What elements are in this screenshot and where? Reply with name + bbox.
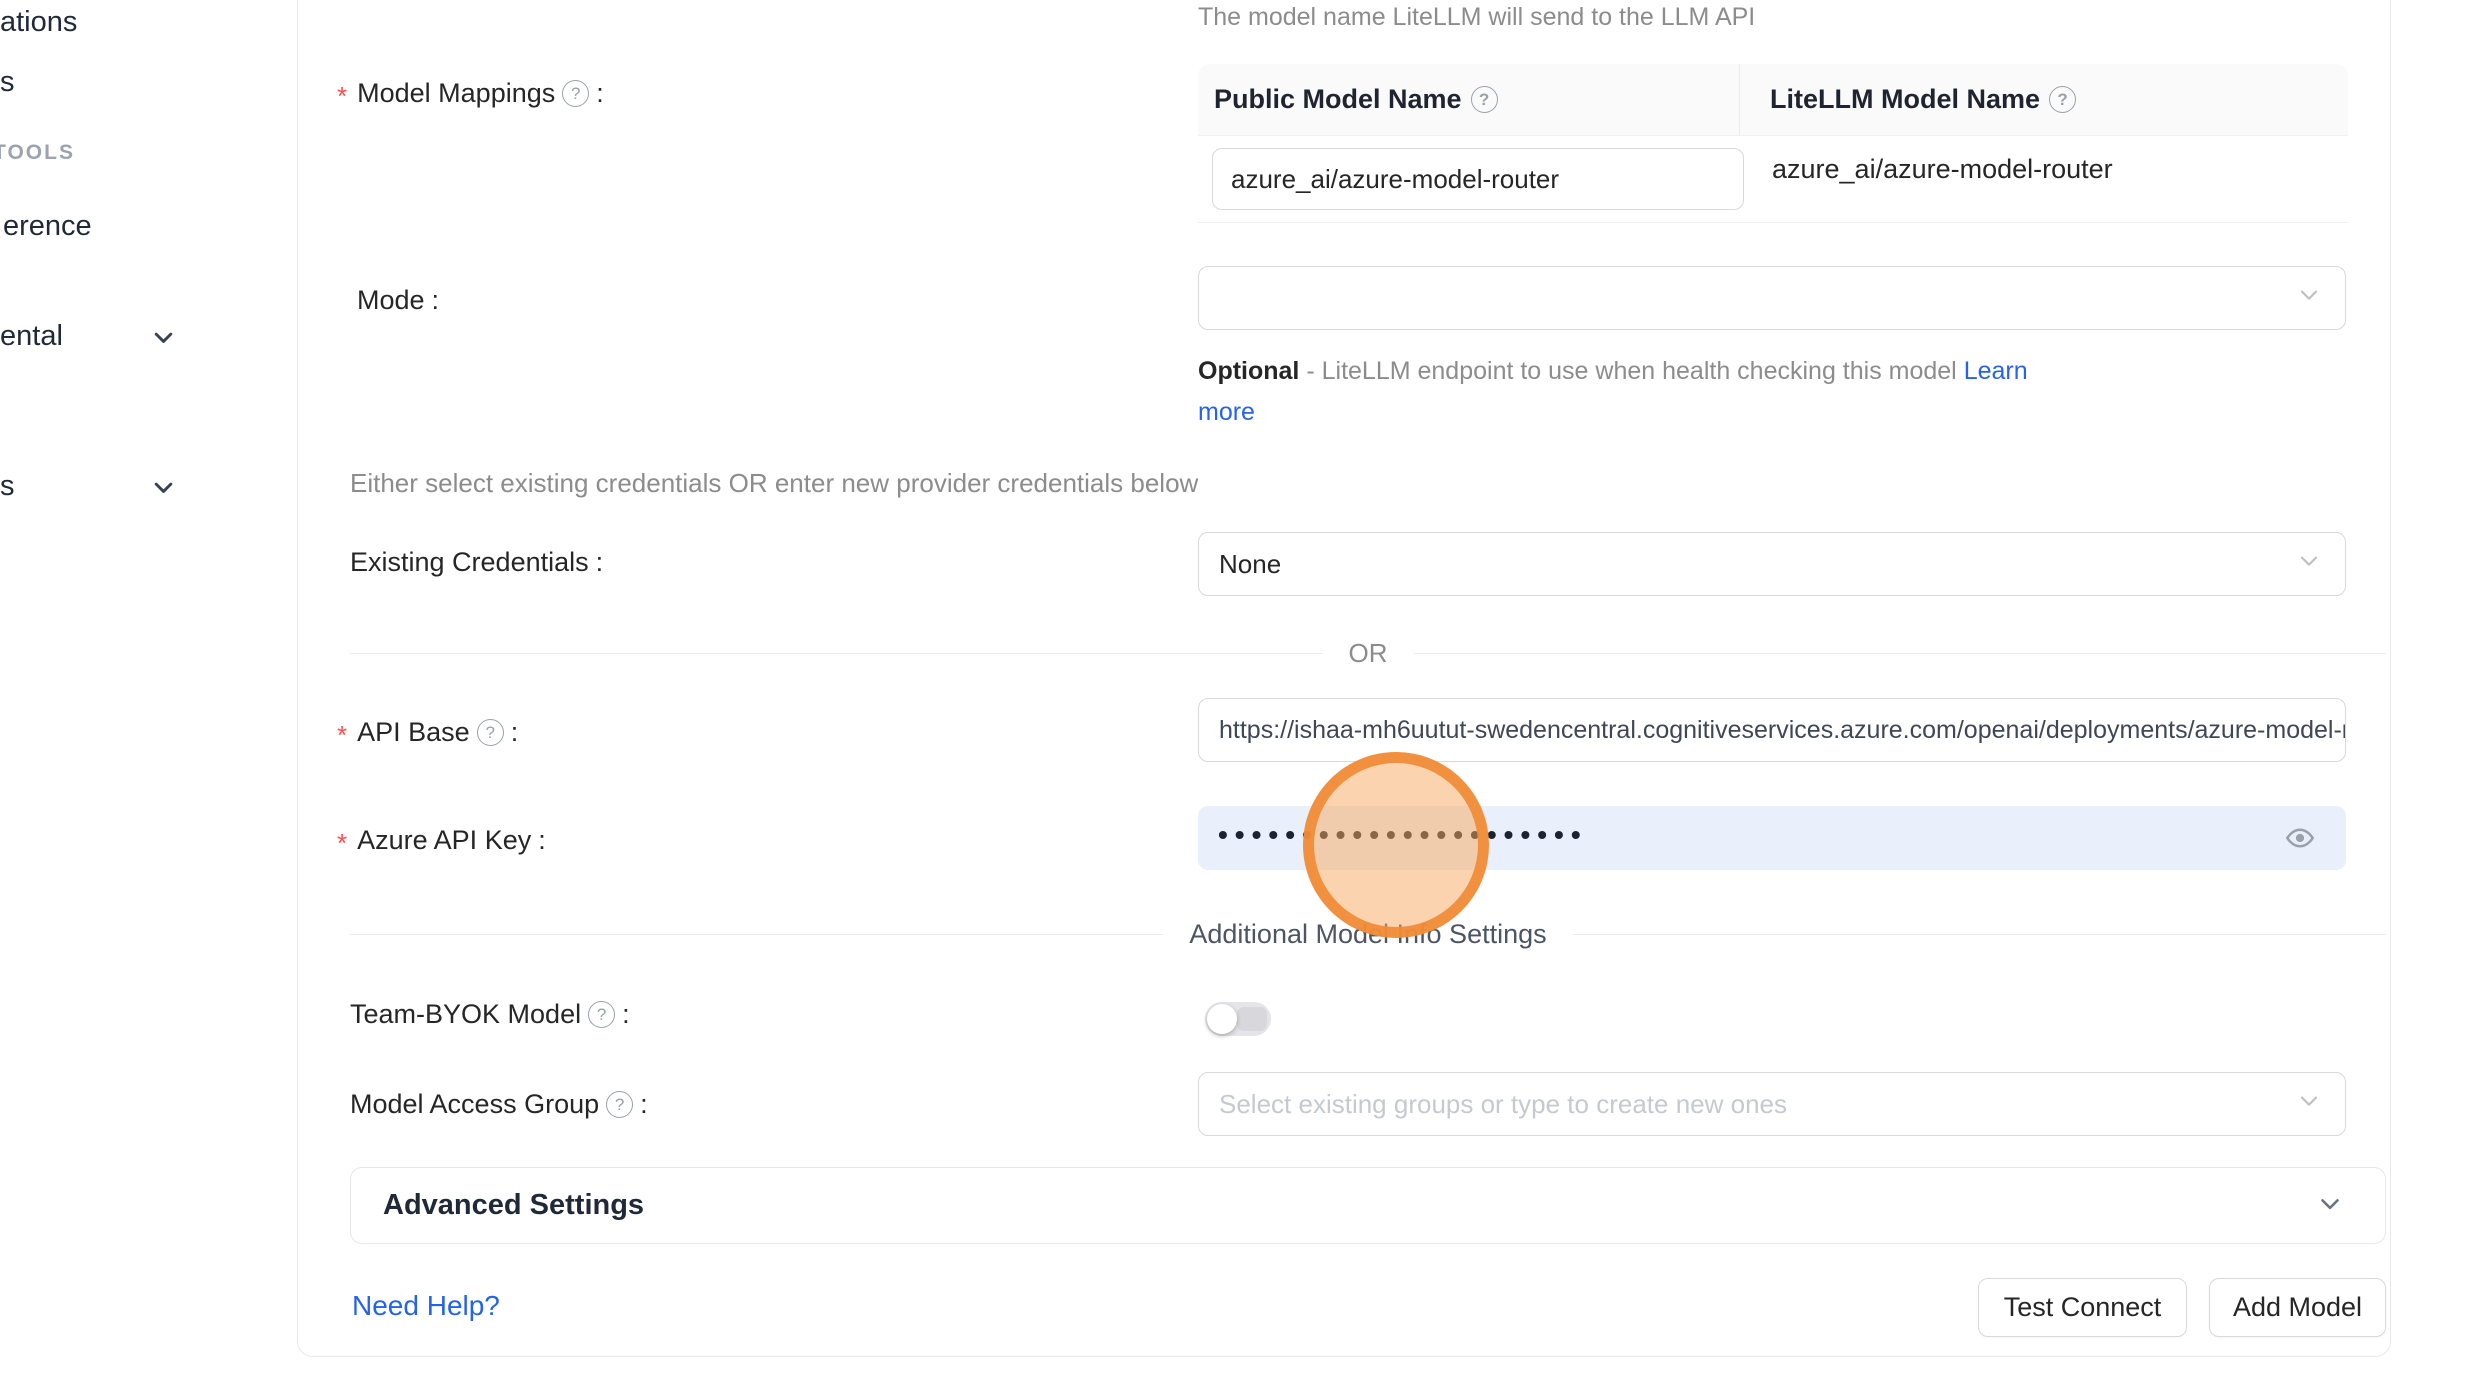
optional-text: - LiteLLM endpoint to use when health ch…	[1299, 357, 1963, 385]
credentials-note: Either select existing credentials OR en…	[350, 468, 1198, 499]
toggle-track	[1237, 1007, 1267, 1031]
optional-prefix: Optional	[1198, 357, 1299, 385]
chevron-down-icon	[2295, 547, 2323, 582]
team-byok-toggle[interactable]	[1205, 1002, 1271, 1036]
chevron-down-icon[interactable]	[150, 324, 177, 351]
model-name-hint: The model name LiteLLM will send to the …	[1198, 3, 1755, 32]
divider-line	[1573, 934, 2386, 935]
column-header-litellm-model-name: LiteLLM Model Name ?	[1740, 64, 2076, 135]
required-asterisk: *	[337, 828, 347, 859]
mappings-table-header: Public Model Name ? LiteLLM Model Name ?	[1198, 64, 2348, 136]
model-access-group-input[interactable]	[1219, 1089, 2214, 1120]
sidebar-item-clipped-4[interactable]: ental	[0, 320, 63, 353]
azure-api-key-input[interactable]: ••••••••••••••••••••••	[1198, 806, 2346, 870]
existing-credentials-label: Existing Credentials :	[350, 547, 603, 578]
label-colon: :	[538, 825, 546, 856]
model-mappings-label: * Model Mappings ? :	[337, 78, 604, 109]
sidebar: ations s TOOLS erence ental s	[0, 0, 297, 1385]
advanced-settings-label: Advanced Settings	[383, 1189, 644, 1222]
additional-settings-divider-text: Additional Model Info Settings	[1189, 919, 1546, 950]
mode-label: Mode :	[357, 285, 439, 316]
label-colon: :	[432, 285, 440, 316]
eye-icon[interactable]	[2284, 822, 2316, 854]
help-icon[interactable]: ?	[606, 1091, 633, 1118]
label-colon: :	[511, 717, 519, 748]
sidebar-item-clipped-2[interactable]: s	[0, 66, 15, 99]
label-text: API Base	[357, 717, 470, 748]
api-base-label: * API Base ? :	[337, 717, 518, 748]
model-mappings-table: Public Model Name ? LiteLLM Model Name ?…	[1198, 64, 2348, 223]
label-colon: :	[622, 999, 630, 1030]
divider-line	[350, 934, 1163, 935]
help-icon[interactable]: ?	[588, 1001, 615, 1028]
label-text: Model Access Group	[350, 1089, 599, 1120]
test-connect-button[interactable]: Test Connect	[1978, 1278, 2187, 1337]
divider-line	[350, 653, 1323, 654]
chevron-down-icon	[2315, 1188, 2345, 1223]
help-icon[interactable]: ?	[2049, 86, 2076, 113]
sidebar-section-tools: TOOLS	[0, 141, 75, 165]
or-divider: OR	[350, 640, 2386, 666]
divider-line	[1414, 653, 2387, 654]
or-divider-text: OR	[1349, 638, 1388, 669]
model-access-group-label: Model Access Group ? :	[350, 1089, 648, 1120]
column-header-text: Public Model Name	[1214, 84, 1462, 115]
required-asterisk: *	[337, 81, 347, 112]
label-colon: :	[640, 1089, 648, 1120]
help-icon[interactable]: ?	[562, 80, 589, 107]
advanced-settings-toggle[interactable]: Advanced Settings	[350, 1167, 2386, 1244]
mode-select[interactable]	[1198, 266, 2346, 330]
toggle-knob	[1207, 1004, 1237, 1034]
mappings-table-row: azure_ai/azure-model-router	[1198, 136, 2348, 223]
model-access-group-select	[1198, 1072, 2346, 1136]
label-text: Team-BYOK Model	[350, 999, 581, 1030]
litellm-model-name-value: azure_ai/azure-model-router	[1772, 154, 2113, 185]
mode-help-text: Optional - LiteLLM endpoint to use when …	[1198, 351, 2043, 433]
help-icon[interactable]: ?	[477, 719, 504, 746]
help-icon[interactable]: ?	[1471, 86, 1498, 113]
public-model-name-input[interactable]	[1212, 148, 1744, 210]
chevron-down-icon[interactable]	[150, 474, 177, 501]
column-header-public-model-name: Public Model Name ?	[1198, 64, 1740, 135]
add-model-page: ations s TOOLS erence ental s The model …	[0, 0, 2477, 1385]
required-asterisk: *	[337, 720, 347, 751]
label-text: Existing Credentials	[350, 547, 589, 578]
chevron-down-icon	[2295, 1087, 2323, 1122]
chevron-down-icon	[2295, 281, 2323, 316]
label-text: Azure API Key	[357, 825, 531, 856]
sidebar-item-clipped-1[interactable]: ations	[0, 6, 77, 39]
sidebar-item-clipped-3[interactable]: erence	[3, 210, 92, 243]
sidebar-item-clipped-5[interactable]: s	[0, 470, 15, 503]
need-help-link[interactable]: Need Help?	[352, 1290, 500, 1322]
column-header-text: LiteLLM Model Name	[1770, 84, 2040, 115]
label-text: Mode	[357, 285, 425, 316]
existing-credentials-value: None	[1219, 549, 1281, 580]
add-model-button[interactable]: Add Model	[2209, 1278, 2386, 1337]
label-colon: :	[596, 547, 604, 578]
additional-settings-divider: Additional Model Info Settings	[350, 920, 2386, 948]
masked-api-key-value: ••••••••••••••••••••••	[1218, 819, 1588, 851]
label-colon: :	[596, 78, 604, 109]
existing-credentials-select[interactable]: None	[1198, 532, 2346, 596]
team-byok-label: Team-BYOK Model ? :	[350, 999, 630, 1030]
label-text: Model Mappings	[357, 78, 555, 109]
azure-api-key-label: * Azure API Key :	[337, 825, 546, 856]
api-base-input[interactable]: https://ishaa-mh6uutut-swedencentral.cog…	[1198, 698, 2346, 762]
